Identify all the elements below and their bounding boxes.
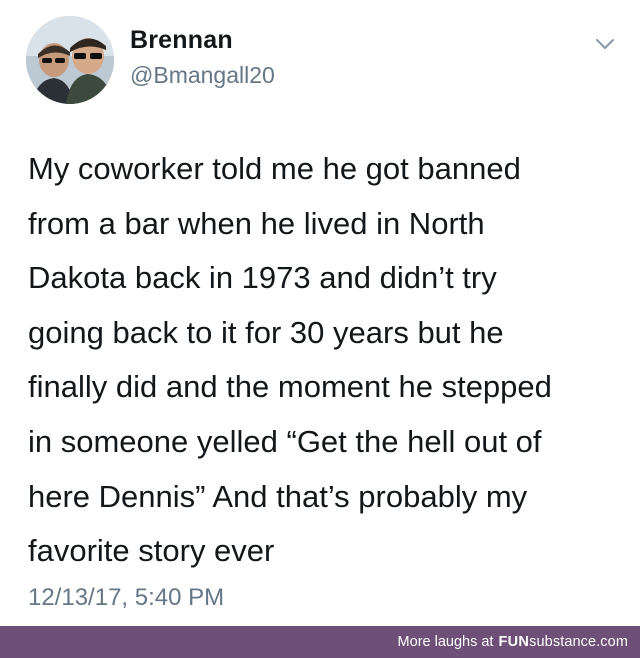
footer-brand-rest: substance.com xyxy=(529,634,628,650)
tweet-text-line: from a bar when he lived in North xyxy=(28,205,485,241)
tweet-text-line: here Dennis” And that’s probably my xyxy=(28,478,528,514)
tweet-text-line: going back to it for 30 years but he xyxy=(28,314,504,350)
author-name[interactable]: Brennan xyxy=(130,26,233,55)
tweet-text-line: in someone yelled “Get the hell out of xyxy=(28,423,542,459)
footer-brand-bold: FUN xyxy=(498,634,530,650)
author-handle[interactable]: @Bmangall20 xyxy=(130,62,275,89)
chevron-down-icon[interactable] xyxy=(594,36,616,52)
profile-photo-icon xyxy=(26,16,114,104)
tweet-card: Brennan @Bmangall20 My coworker told me … xyxy=(0,0,640,626)
tweet-timestamp[interactable]: 12/13/17, 5:40 PM xyxy=(28,584,224,612)
tweet-text-line: finally did and the moment he stepped xyxy=(28,369,552,405)
footer-prefix: More laughs at xyxy=(397,634,494,650)
watermark-footer: More laughs at FUN substance.com xyxy=(0,626,640,658)
tweet-text-line: Dakota back in 1973 and didn’t try xyxy=(28,260,497,296)
avatar[interactable] xyxy=(26,16,114,104)
tweet-text-line: My coworker told me he got banned xyxy=(28,151,521,186)
tweet-text: My coworker told me he got banned from a… xyxy=(28,142,628,579)
tweet-text-line: favorite story ever xyxy=(28,533,275,569)
